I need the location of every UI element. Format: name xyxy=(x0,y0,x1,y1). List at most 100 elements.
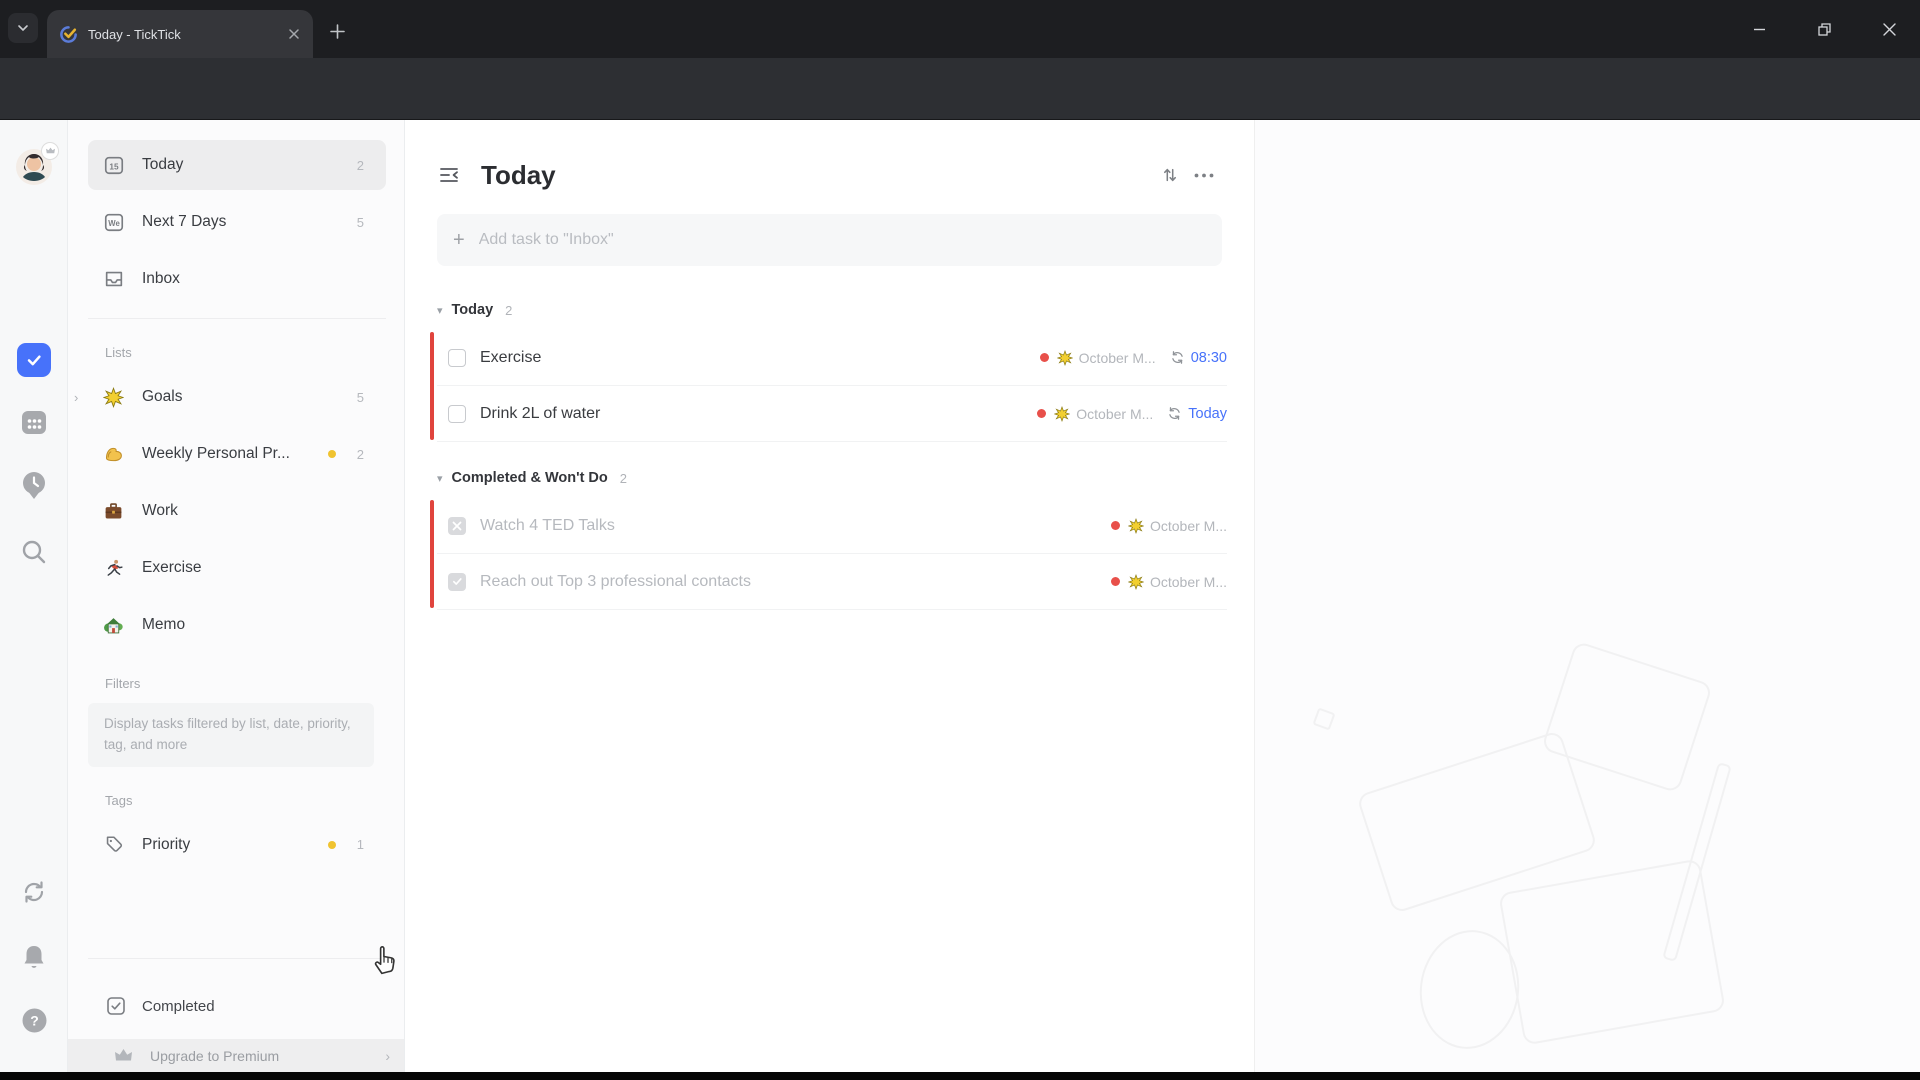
task-due[interactable]: Today xyxy=(1188,406,1227,422)
restore-button[interactable] xyxy=(1801,5,1847,53)
task-checkbox-wontdo[interactable] xyxy=(448,517,466,535)
rail-sync-button[interactable] xyxy=(0,878,68,906)
task-rows: ExerciseOctober M...08:30Drink 2L of wat… xyxy=(437,330,1227,442)
task-list-name: October M... xyxy=(1150,518,1227,534)
star-burst-icon xyxy=(1128,574,1144,590)
list-label: Priority xyxy=(142,836,328,854)
task-due[interactable]: 08:30 xyxy=(1191,350,1227,366)
list-label: Inbox xyxy=(142,270,354,288)
task-list-name: October M... xyxy=(1150,574,1227,590)
task-row[interactable]: Drink 2L of waterOctober M...Today xyxy=(437,386,1227,442)
section-title: Completed & Won't Do xyxy=(452,470,608,486)
close-window-button[interactable] xyxy=(1866,5,1912,53)
minimize-button[interactable] xyxy=(1736,5,1782,53)
add-task-bar[interactable]: + xyxy=(437,214,1222,266)
ticktick-favicon xyxy=(59,25,78,44)
chevron-down-icon[interactable]: ▾ xyxy=(437,472,443,485)
sidebar-tag-priority[interactable]: Priority 1 xyxy=(88,820,386,870)
sidebar-item-today[interactable]: 15Today2 xyxy=(88,140,386,190)
task-meta: October M...Today xyxy=(1037,406,1227,422)
task-meta: October M... xyxy=(1111,518,1227,534)
browser-tab-active[interactable]: Today - TickTick xyxy=(47,10,313,58)
runner-icon xyxy=(103,558,127,579)
section-count: 2 xyxy=(620,471,627,486)
task-row[interactable]: Watch 4 TED Talks October M... xyxy=(437,498,1227,554)
tab-search-button[interactable] xyxy=(8,13,38,43)
task-title: Reach out Top 3 professional contacts xyxy=(480,573,1111,591)
house-icon xyxy=(103,615,127,636)
sidebar-item-inbox[interactable]: Inbox xyxy=(88,254,386,304)
filters-hint[interactable]: Display tasks filtered by list, date, pr… xyxy=(88,703,374,767)
list-color-dot xyxy=(1040,353,1049,362)
restore-icon xyxy=(1818,23,1831,36)
rail-pomodoro-button[interactable] xyxy=(0,470,68,502)
rail-search-button[interactable] xyxy=(0,538,68,566)
list-color-dot xyxy=(1111,521,1120,530)
tag-icon xyxy=(103,834,127,855)
task-checkbox[interactable] xyxy=(448,405,466,423)
collapse-sidebar-button[interactable] xyxy=(432,160,466,190)
smart-lists: 15Today2 WeNext 7 Days5 Inbox xyxy=(68,140,404,304)
sync-icon xyxy=(20,878,48,906)
list-label: Next 7 Days xyxy=(142,213,354,231)
list-color-dot xyxy=(1111,577,1120,586)
list-count: 2 xyxy=(354,447,364,462)
sidebar-list-memo[interactable]: Memo xyxy=(88,600,386,650)
section-count: 2 xyxy=(505,303,512,318)
tab-close-button[interactable] xyxy=(285,25,303,43)
rail-calendar-button[interactable] xyxy=(0,407,68,437)
completed-label: Completed xyxy=(142,998,215,1015)
sidebar-list-exercise[interactable]: Exercise xyxy=(88,543,386,593)
sort-button[interactable] xyxy=(1153,160,1187,190)
close-icon xyxy=(288,28,300,40)
expand-chevron-icon[interactable]: › xyxy=(74,390,78,405)
divider xyxy=(88,318,386,319)
task-title: Watch 4 TED Talks xyxy=(480,517,1111,535)
bell-icon xyxy=(21,943,47,971)
sidebar-list-weekly-personal-pr[interactable]: Weekly Personal Pr... 2 xyxy=(88,429,386,479)
sidebar-item-completed[interactable]: Completed xyxy=(68,981,404,1031)
list-count: 1 xyxy=(354,837,364,852)
new-tab-button[interactable] xyxy=(322,16,352,46)
sidebar-item-next-7-days[interactable]: WeNext 7 Days5 xyxy=(88,197,386,247)
completed-checkbox-icon xyxy=(106,996,126,1016)
pomodoro-clock-icon xyxy=(19,470,49,502)
list-count: 5 xyxy=(354,390,364,405)
add-task-input[interactable] xyxy=(477,230,1206,250)
repeat-icon xyxy=(1170,350,1185,365)
task-row[interactable]: Reach out Top 3 professional contacts Oct… xyxy=(437,554,1227,610)
task-meta: October M... xyxy=(1111,574,1227,590)
upgrade-premium-button[interactable]: Upgrade to Premium › xyxy=(68,1039,404,1072)
list-label: Memo xyxy=(142,616,354,634)
star-burst-icon xyxy=(1128,518,1144,534)
sort-icon xyxy=(1161,166,1179,184)
rail-help-button[interactable]: ? xyxy=(0,1007,68,1034)
sidebar-list-goals[interactable]: ›Goals5 xyxy=(88,372,386,422)
rail-tasks-button[interactable] xyxy=(0,343,68,377)
inbox-icon xyxy=(103,268,127,290)
list-color-dot xyxy=(1037,409,1046,418)
list-label: Weekly Personal Pr... xyxy=(142,445,328,463)
task-row[interactable]: ExerciseOctober M...08:30 xyxy=(437,330,1227,386)
list-label: Work xyxy=(142,502,354,520)
sidebar-list-work[interactable]: Work xyxy=(88,486,386,536)
task-section-header[interactable]: ▾ Completed & Won't Do 2 xyxy=(437,464,1227,492)
ellipsis-icon xyxy=(1194,173,1214,178)
task-title: Exercise xyxy=(480,349,1040,367)
rail-notifications-button[interactable] xyxy=(0,943,68,971)
tab-strip: Today - TickTick xyxy=(0,0,1920,58)
color-dot xyxy=(328,841,336,849)
browser-window: Today - TickTick xyxy=(0,0,1920,1080)
task-checkbox-done[interactable] xyxy=(448,573,466,591)
star-burst-icon xyxy=(1057,350,1073,366)
task-groups: ▾Today2ExerciseOctober M...08:30Drink 2L… xyxy=(437,296,1227,632)
chevron-right-icon: › xyxy=(385,1048,390,1064)
list-label: Today xyxy=(142,156,354,174)
premium-badge-icon xyxy=(41,142,59,160)
account-avatar[interactable] xyxy=(0,148,68,186)
chevron-down-icon[interactable]: ▾ xyxy=(437,304,443,317)
briefcase-icon xyxy=(103,501,127,522)
task-section-header[interactable]: ▾Today2 xyxy=(437,296,1227,324)
task-checkbox[interactable] xyxy=(448,349,466,367)
more-options-button[interactable] xyxy=(1187,160,1221,190)
